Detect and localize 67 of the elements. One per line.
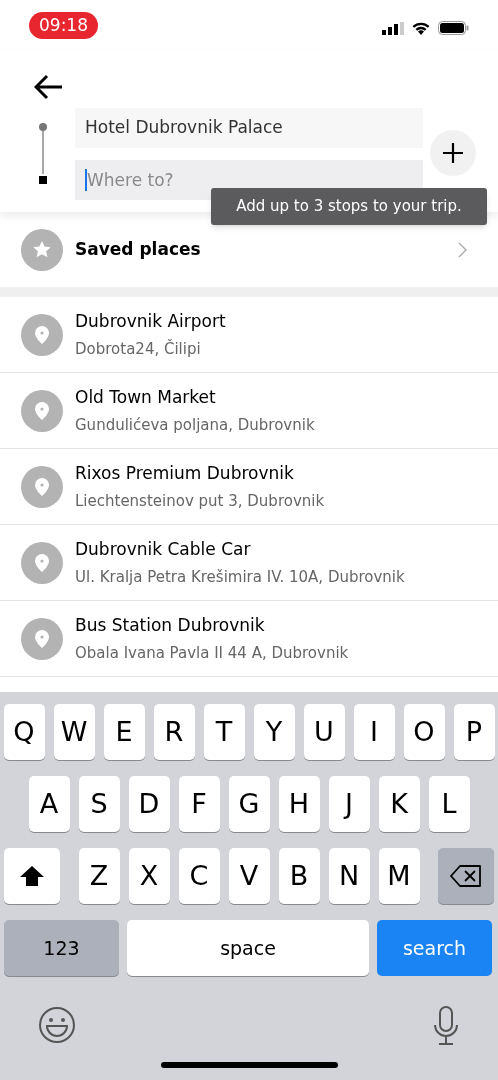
keyboard-key[interactable]: C — [178, 848, 220, 904]
keyboard-key[interactable]: Z — [78, 848, 120, 904]
keyboard-key[interactable]: G — [228, 776, 270, 832]
keyboard-key[interactable]: O — [403, 704, 445, 760]
place-row[interactable]: Bus Station Dubrovnik Obala Ivana Pavla II 44 A, Dubrovnik — [0, 601, 498, 677]
text-cursor — [85, 169, 87, 191]
plus-icon — [442, 142, 464, 164]
battery-icon — [438, 21, 469, 35]
keyboard-key[interactable]: W — [53, 704, 95, 760]
space-key[interactable]: space — [127, 920, 369, 976]
place-address: Liechtensteinov put 3, Dubrovnik — [75, 491, 325, 512]
signal-icon — [382, 21, 404, 35]
numbers-key[interactable]: 123 — [4, 920, 119, 976]
keyboard-key[interactable]: B — [278, 848, 320, 904]
place-name: Rixos Premium Dubrovnik — [75, 461, 295, 485]
place-row[interactable]: Dubrovnik Airport Dobrota24, Čilipi — [0, 297, 498, 373]
search-key[interactable]: search — [377, 920, 492, 976]
place-address: Obala Ivana Pavla II 44 A, Dubrovnik — [75, 643, 349, 664]
keyboard-key[interactable]: S — [78, 776, 120, 832]
keyboard-key[interactable]: K — [378, 776, 420, 832]
keyboard-key[interactable]: Y — [253, 704, 295, 760]
keyboard-key[interactable]: N — [328, 848, 370, 904]
microphone-icon[interactable] — [432, 1006, 460, 1046]
location-pin-icon — [21, 617, 63, 660]
location-pin-icon — [21, 465, 63, 508]
back-arrow-icon[interactable] — [34, 74, 64, 100]
keyboard-key[interactable]: P — [453, 704, 495, 760]
place-row[interactable]: Dubrovnik Cable Car Ul. Kralja Petra Krešimira IV. 10A, Dubrovnik — [0, 525, 498, 601]
emoji-icon[interactable] — [38, 1006, 76, 1044]
keyboard-key[interactable]: F — [178, 776, 220, 832]
keyboard-key[interactable]: V — [228, 848, 270, 904]
keyboard-key[interactable]: U — [303, 704, 345, 760]
shift-key[interactable] — [4, 848, 60, 904]
keyboard-key[interactable]: L — [428, 776, 470, 832]
route-line-icon — [38, 122, 48, 184]
location-pin-icon — [21, 313, 63, 356]
place-row[interactable]: Old Town Market Gundulićeva poljana, Dubrovnik — [0, 373, 498, 449]
keyboard-key[interactable]: M — [378, 848, 420, 904]
keyboard-key[interactable]: E — [103, 704, 145, 760]
location-pin-icon — [21, 389, 63, 432]
place-address: Dobrota24, Čilipi — [75, 338, 202, 360]
place-address: Ul. Kralja Petra Krešimira IV. 10A, Dubrovnik — [75, 567, 405, 588]
backspace-icon — [450, 865, 482, 887]
place-name: Old Town Market — [75, 385, 217, 409]
keyboard-key[interactable]: X — [128, 848, 170, 904]
keyboard-key[interactable]: A — [28, 776, 70, 832]
place-name: Dubrovnik Airport — [75, 309, 226, 333]
status-time: 09:18 — [29, 11, 98, 40]
tooltip: Add up to 3 stops to your trip. — [211, 188, 487, 225]
place-row[interactable]: Rixos Premium Dubrovnik Liechtensteinov put 3, Dubrovnik — [0, 449, 498, 525]
shift-arrow-icon — [19, 865, 45, 887]
delete-key[interactable] — [438, 848, 494, 904]
chevron-right-icon — [458, 241, 467, 258]
keyboard-key[interactable]: T — [203, 704, 245, 760]
keyboard-key[interactable]: R — [153, 704, 195, 760]
place-name: Bus Station Dubrovnik — [75, 613, 266, 637]
location-pin-icon — [21, 541, 63, 584]
keyboard-key[interactable]: D — [128, 776, 170, 832]
keyboard-key[interactable]: H — [278, 776, 320, 832]
place-address: Gundulićeva poljana, Dubrovnik — [75, 415, 315, 436]
keyboard-key[interactable]: J — [328, 776, 370, 832]
add-stop-button[interactable] — [430, 130, 476, 176]
place-name: Dubrovnik Cable Car — [75, 537, 252, 561]
wifi-icon — [411, 21, 431, 35]
keyboard-key[interactable]: I — [353, 704, 395, 760]
pickup-field[interactable]: Hotel Dubrovnik Palace — [75, 108, 423, 148]
keyboard-key[interactable]: Q — [3, 704, 45, 760]
